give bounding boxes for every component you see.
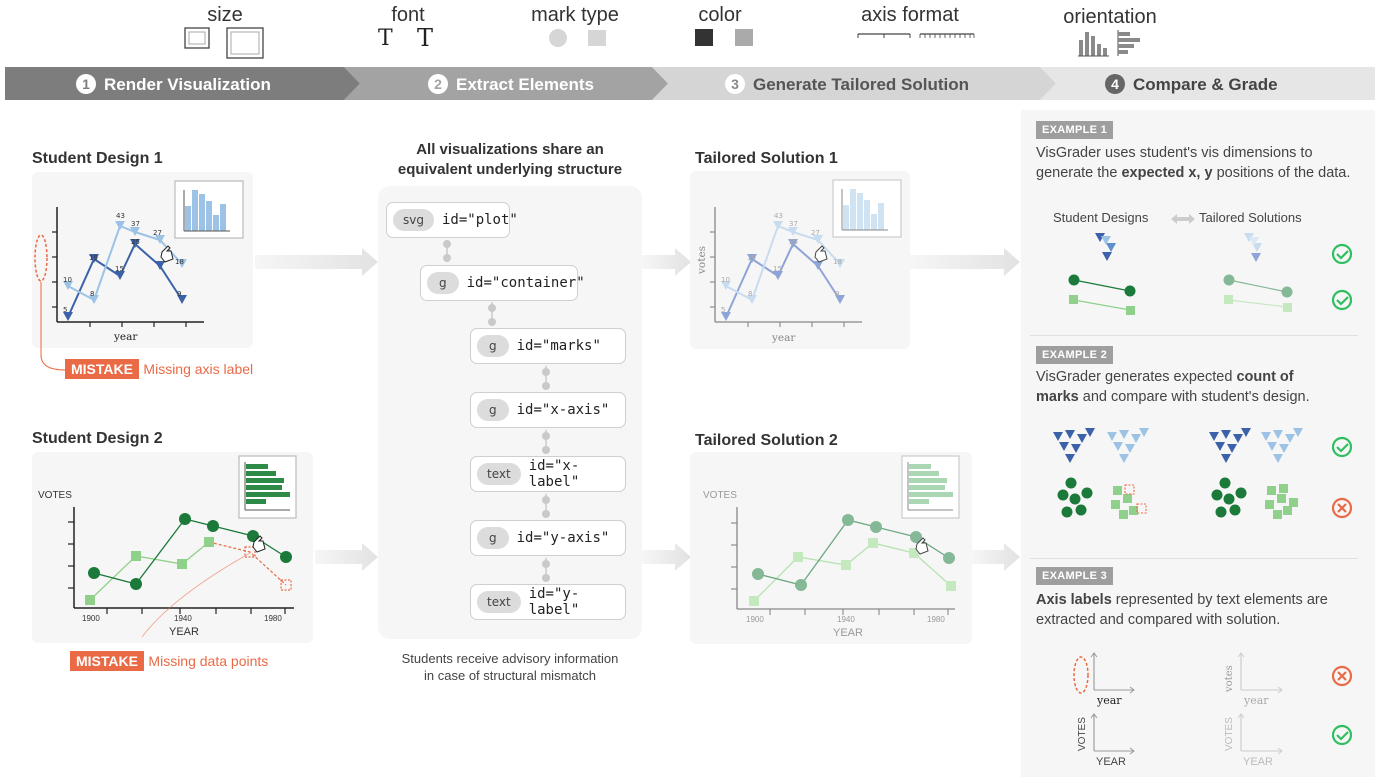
check-icon <box>1331 436 1353 458</box>
structure-footer-line2: in case of structural mismatch <box>424 668 596 683</box>
sol2-tick-1900: 1900 <box>746 615 764 624</box>
node-id: id="y-label" <box>528 586 580 618</box>
check-icon <box>1331 724 1353 746</box>
node-g-y-axis: g id="y-axis" <box>470 520 626 556</box>
example-2-line1-pre: VisGrader generates expected <box>1036 369 1237 385</box>
example-3-tag: EXAMPLE 3 <box>1036 567 1114 585</box>
example-1-graphics <box>1068 214 1353 315</box>
solution-1-title: Tailored Solution 1 <box>695 150 838 167</box>
sol2-ylabel: VOTES <box>703 490 737 501</box>
svg-text:43: 43 <box>774 212 783 220</box>
example-divider-2 <box>1030 558 1358 559</box>
example-2-line2-bold: marks <box>1036 389 1079 405</box>
sol1-xlabel: year <box>771 332 796 344</box>
svg-text:25: 25 <box>789 238 798 246</box>
node-text-y-label: text id="y-label" <box>470 584 626 620</box>
example-1-line2-bold: expected x, y <box>1121 165 1213 181</box>
example-1-line2-post: positions of the data. <box>1212 165 1351 181</box>
svg-text:18: 18 <box>833 258 842 266</box>
example-3-graphics: year votes year VOTES YEAR VOTES YEAR <box>1073 652 1353 768</box>
svg-text:9: 9 <box>835 290 839 298</box>
node-tag: g <box>427 272 459 294</box>
solution-2-title: Tailored Solution 2 <box>695 432 838 449</box>
example-3-line1-post: represented by text elements are <box>1111 592 1328 608</box>
node-tag: text <box>477 591 521 613</box>
sol2-tick-1940: 1940 <box>837 615 855 624</box>
example-1-tag: EXAMPLE 1 <box>1036 121 1114 139</box>
example-3-line2: extracted and compared with solution. <box>1036 612 1281 628</box>
ex3-label-VOTES: VOTES <box>1077 717 1088 751</box>
example-1-line1: VisGrader uses student's vis dimensions … <box>1036 145 1313 161</box>
structure-footer-line1: Students receive advisory information <box>401 651 619 666</box>
ex3-label-VOTES-solution: VOTES <box>1224 717 1235 751</box>
structure-footer: Students receive advisory information in… <box>378 650 642 684</box>
example-3-line1-bold: Axis labels <box>1036 592 1112 608</box>
node-svg-plot: svg id="plot" <box>386 202 518 238</box>
svg-text:15: 15 <box>773 265 782 273</box>
ex3-label-YEAR: YEAR <box>1096 756 1126 768</box>
svg-text:10: 10 <box>721 276 730 284</box>
example-2-line2-post: and compare with student's design. <box>1078 389 1310 405</box>
svg-text:19: 19 <box>747 254 756 262</box>
svg-text:37: 37 <box>789 220 798 228</box>
node-id: id="plot" <box>441 212 518 228</box>
node-g-container: g id="container" <box>420 265 585 301</box>
solution-2-chart: VOTES 1900 1940 1980 YEAR <box>703 455 960 639</box>
example-divider-1 <box>1030 335 1358 336</box>
cross-icon <box>1331 497 1353 519</box>
solution-1-chart: votes 5 10 8 19 15 43 37 25 27 18 9 year <box>696 179 902 344</box>
node-g-x-axis: g id="x-axis" <box>470 392 626 428</box>
node-tag: g <box>477 399 509 421</box>
svg-text:8: 8 <box>748 290 752 298</box>
example-2-graphics <box>1053 428 1353 519</box>
ex3-label-year: year <box>1096 694 1122 707</box>
example-2-line1-bold: count of <box>1236 369 1294 385</box>
ex3-label-year-solution: year <box>1243 694 1269 707</box>
sol2-tick-1980: 1980 <box>927 615 945 624</box>
node-id: id="y-axis" <box>516 530 610 546</box>
node-id: id="container" <box>466 275 585 291</box>
node-tag: g <box>477 335 509 357</box>
example-2-text: VisGrader generates expected count of ma… <box>1036 367 1375 407</box>
node-g-marks: g id="marks" <box>470 328 626 364</box>
ex3-label-votes: votes <box>1224 665 1235 693</box>
cross-icon <box>1331 665 1353 687</box>
node-text-x-label: text id="x-label" <box>470 456 626 492</box>
ex3-label-YEAR-solution: YEAR <box>1243 756 1273 768</box>
node-tag: svg <box>393 209 434 231</box>
example-1-line2-pre: generate the <box>1036 165 1122 181</box>
check-icon <box>1331 289 1353 311</box>
node-tag: g <box>477 527 509 549</box>
check-icon <box>1331 243 1353 265</box>
svg-text:5: 5 <box>721 306 725 314</box>
node-tag: text <box>477 463 521 485</box>
example-1-text: VisGrader uses student's vis dimensions … <box>1036 143 1375 183</box>
example-2-tag: EXAMPLE 2 <box>1036 346 1114 364</box>
node-id: id="x-axis" <box>516 402 610 418</box>
example-3-text: Axis labels represented by text elements… <box>1036 590 1375 630</box>
node-id: id="x-label" <box>528 458 580 490</box>
sol2-xlabel: YEAR <box>833 627 863 639</box>
sol1-ylabel: votes <box>696 246 708 275</box>
node-id: id="marks" <box>516 338 601 354</box>
svg-text:27: 27 <box>811 229 820 237</box>
